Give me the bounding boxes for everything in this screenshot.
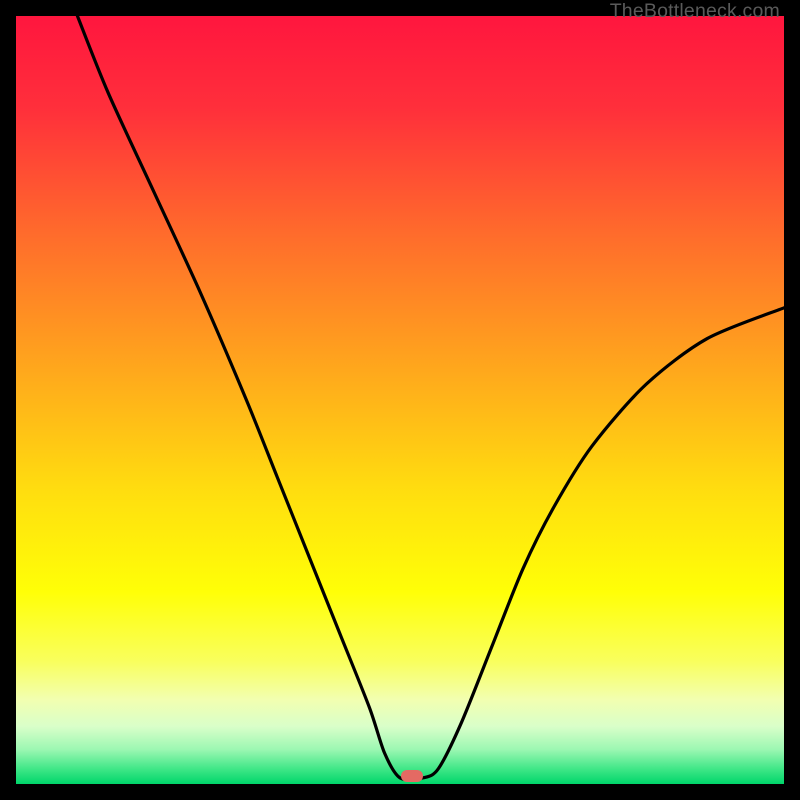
bottleneck-curve [16, 16, 784, 784]
plot-area [16, 16, 784, 784]
optimal-point-marker [401, 770, 423, 782]
watermark-text: TheBottleneck.com [610, 0, 780, 23]
chart-frame: TheBottleneck.com [0, 0, 800, 800]
